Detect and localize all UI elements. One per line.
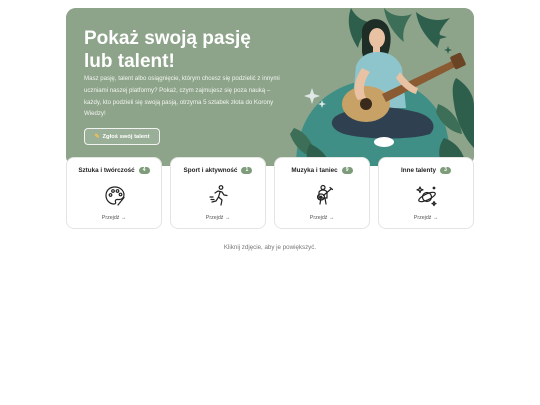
count-badge: 3 xyxy=(440,167,451,174)
count-badge: 4 xyxy=(138,167,150,174)
palette-icon xyxy=(105,186,125,206)
submit-talent-label: Zgłoś swój talent xyxy=(102,133,150,140)
hero-banner: Pokaż swoją pasję lub talent! Masz pasję… xyxy=(66,8,474,166)
image-caption: Kliknij zdjęcie, aby je powiększyć. xyxy=(223,244,317,251)
go-link[interactable]: Przejdź → xyxy=(171,215,265,221)
category-card-art[interactable]: Sztuka i twórczość 4 Przejdź → xyxy=(66,157,162,229)
go-link[interactable]: Przejdź → xyxy=(275,215,369,221)
hero-title: Pokaż swoją pasję lub talent! xyxy=(84,28,251,72)
hero-description: Masz pasję, talent albo osiągnięcie, któ… xyxy=(84,75,280,118)
go-link[interactable]: Przejdź → xyxy=(379,215,473,221)
count-badge: 9 xyxy=(341,167,353,174)
category-title: Muzyka i taniec 9 xyxy=(275,167,369,174)
category-title: Sztuka i twórczość 4 xyxy=(67,167,161,174)
pencil-icon: ✎ xyxy=(94,134,100,140)
count-badge: 1 xyxy=(241,167,253,174)
planet-sparkles-icon xyxy=(416,186,437,207)
go-link[interactable]: Przejdź → xyxy=(67,215,161,221)
category-card-sport[interactable]: Sport i aktywność 1 Przejdź → xyxy=(170,157,266,229)
category-card-music[interactable]: Muzyka i taniec 9 Przejdź → xyxy=(274,157,370,229)
category-title: Sport i aktywność 1 xyxy=(171,167,265,174)
running-icon xyxy=(209,185,228,206)
guitarist-icon xyxy=(316,184,334,205)
submit-talent-button[interactable]: ✎ Zgłoś swój talent xyxy=(84,128,160,145)
category-card-other[interactable]: Inne talenty 3 Przejdź → xyxy=(378,157,474,229)
category-title: Inne talenty 3 xyxy=(379,167,473,174)
